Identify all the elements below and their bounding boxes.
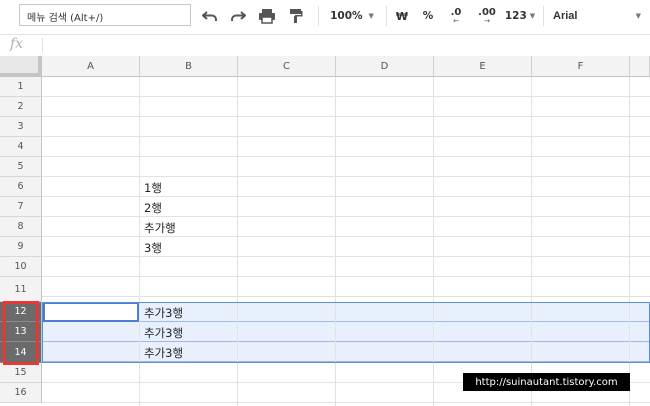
table-row[interactable]: 3행	[42, 237, 650, 257]
row-header-4[interactable]: 4	[0, 137, 42, 157]
table-row[interactable]	[42, 117, 650, 137]
percent-format-button[interactable]: %	[419, 7, 437, 25]
menu-search-input[interactable]: 메뉴 검색 (Alt+/)	[19, 4, 191, 26]
table-row[interactable]: 1행	[42, 177, 650, 197]
paint-format-icon[interactable]	[286, 7, 306, 25]
column-gridline	[139, 77, 140, 406]
row-header-11[interactable]: 11	[0, 277, 42, 302]
fx-icon: fx	[10, 36, 24, 52]
table-row[interactable]: 추가행	[42, 217, 650, 237]
row-header-15[interactable]: 15	[0, 363, 42, 383]
toolbar-divider	[543, 6, 544, 26]
undo-icon[interactable]	[199, 7, 221, 25]
formula-divider	[42, 38, 43, 53]
row-header-8[interactable]: 8	[0, 217, 42, 237]
row-header-6[interactable]: 6	[0, 177, 42, 197]
column-header-b[interactable]: B	[140, 56, 238, 77]
chevron-down-icon: ▼	[635, 12, 641, 20]
table-row[interactable]	[42, 97, 650, 117]
currency-format-button[interactable]: ₩	[393, 7, 411, 25]
cell-b6[interactable]: 1행	[144, 180, 162, 196]
arrow-right-icon: →	[484, 17, 490, 25]
watermark: http://suinautant.tistory.com	[463, 373, 630, 391]
cell-b8[interactable]: 추가행	[144, 220, 176, 236]
number-format-select[interactable]: 123 ▼	[504, 7, 536, 25]
row-header-9[interactable]: 9	[0, 237, 42, 257]
redo-icon[interactable]	[227, 7, 249, 25]
formula-bar[interactable]: fx	[0, 34, 650, 57]
chevron-down-icon: ▼	[529, 12, 536, 20]
column-header-d[interactable]: D	[336, 56, 434, 77]
cell-b9[interactable]: 3행	[144, 240, 162, 256]
row-header-12[interactable]: 12	[0, 302, 42, 322]
table-row[interactable]	[42, 257, 650, 277]
row-header-1[interactable]: 1	[0, 77, 42, 97]
cell-b7[interactable]: 2행	[144, 200, 162, 216]
row-header-7[interactable]: 7	[0, 197, 42, 217]
increase-decimal-button[interactable]: .00 →	[474, 7, 500, 25]
table-row[interactable]	[42, 277, 650, 297]
column-header-f[interactable]: F	[532, 56, 630, 77]
column-header-c[interactable]: C	[238, 56, 336, 77]
print-icon[interactable]	[255, 7, 279, 25]
table-row[interactable]: 추가3행	[42, 342, 650, 362]
table-row[interactable]	[42, 137, 650, 157]
toolbar-divider	[386, 6, 387, 26]
cell-b13[interactable]: 추가3행	[144, 325, 183, 341]
row-header-2[interactable]: 2	[0, 97, 42, 117]
font-select[interactable]: Arial ▼	[553, 7, 641, 25]
column-gridline	[629, 77, 630, 406]
row-header-5[interactable]: 5	[0, 157, 42, 177]
column-gridline	[531, 77, 532, 406]
column-gridline	[237, 77, 238, 406]
zoom-value: 100%	[330, 10, 363, 22]
column-gridline	[433, 77, 434, 406]
spreadsheet-grid[interactable]: A B C D E F 1행 2행 추가행 3행 추가3행 추가3행 추가3행 …	[0, 56, 650, 406]
row-header-14[interactable]: 14	[0, 342, 42, 363]
zoom-select[interactable]: 100% ▼	[327, 7, 377, 25]
table-row[interactable]: 2행	[42, 197, 650, 217]
chevron-down-icon: ▼	[368, 12, 374, 20]
column-header-a[interactable]: A	[42, 56, 140, 77]
select-all-corner[interactable]	[0, 56, 42, 77]
toolbar: 메뉴 검색 (Alt+/) 100% ▼ ₩ % .0 ← .00 → 123 …	[0, 0, 650, 34]
toolbar-divider	[318, 6, 319, 26]
row-header-16[interactable]: 16	[0, 383, 42, 403]
cell-b14[interactable]: 추가3행	[144, 345, 183, 361]
row-header-13[interactable]: 13	[0, 322, 42, 342]
column-gridline	[335, 77, 336, 406]
column-header-e[interactable]: E	[434, 56, 532, 77]
column-header-g[interactable]	[630, 56, 650, 77]
active-cell-a12[interactable]	[43, 302, 139, 322]
menu-search-label: 메뉴 검색 (Alt+/)	[27, 13, 104, 24]
row-header-3[interactable]: 3	[0, 117, 42, 137]
row-header-10[interactable]: 10	[0, 257, 42, 277]
table-row[interactable]	[42, 77, 650, 97]
table-row[interactable]	[42, 157, 650, 177]
decrease-decimal-button[interactable]: .0 ←	[445, 7, 467, 25]
table-row[interactable]: 추가3행	[42, 322, 650, 342]
arrow-left-icon: ←	[453, 17, 459, 25]
cell-b12[interactable]: 추가3행	[144, 305, 183, 321]
